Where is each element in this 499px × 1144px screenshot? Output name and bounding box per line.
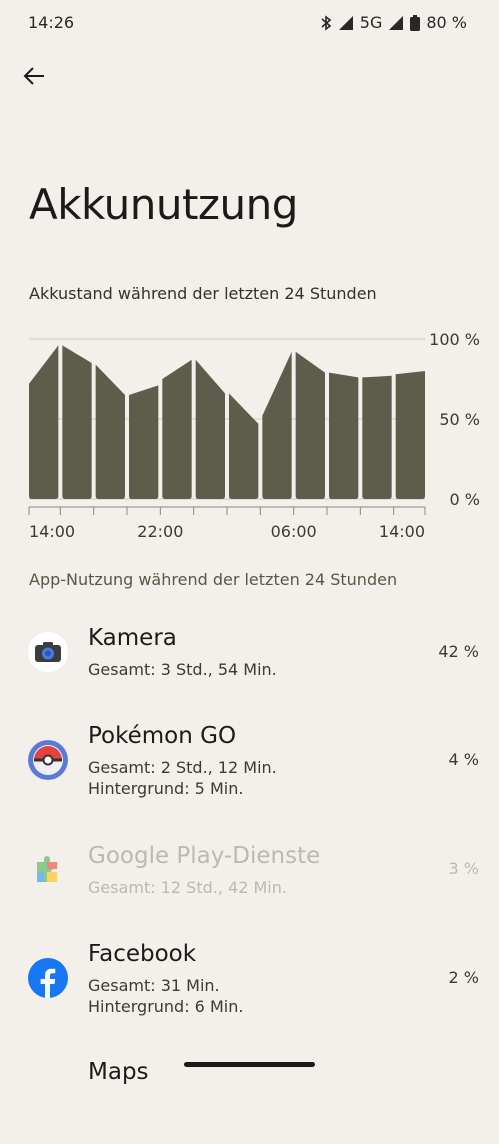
signal-icon [388,15,404,31]
app-name: Google Play-Dienste [88,843,321,869]
x-tick-label: 06:00 [271,522,317,540]
app-usage-percent: 3 % [448,859,479,878]
battery-bar [295,351,325,499]
battery-bar [62,345,92,499]
camera-app-icon [28,632,68,672]
page-title: Akkunutzung [29,180,298,229]
chart-title: Akkustand während der letzten 24 Stunden [29,284,377,303]
gesture-nav-handle[interactable] [184,1062,315,1067]
app-usage-percent: 4 % [448,750,479,769]
app-item-facebook[interactable]: Facebook Gesamt: 31 Min. Hintergrund: 6 … [0,936,499,1026]
arrow-left-icon [23,66,45,90]
battery-chart-svg: 100 % 50 % 0 % 14:00 22:00 06:00 14:00 [28,330,480,540]
y-tick-label: 0 % [450,490,480,509]
battery-bar [95,364,125,499]
network-type: 5G [359,13,383,32]
app-item-kamera[interactable]: Kamera Gesamt: 3 Std., 54 Min. 42 % [0,620,499,710]
status-icons: 5G 80 % [320,13,467,32]
app-usage-total: Gesamt: 3 Std., 54 Min. [88,660,277,679]
status-bar: 14:26 5G 80 % [0,0,499,44]
app-usage-percent: 42 % [438,642,479,661]
app-usage-background: Hintergrund: 5 Min. [88,779,244,798]
y-tick-label: 50 % [439,410,480,429]
app-name: Kamera [88,625,177,651]
app-item-google-play-dienste[interactable]: Google Play-Dienste Gesamt: 12 Std., 42 … [0,838,499,928]
section-title: App-Nutzung während der letzten 24 Stund… [29,570,398,589]
battery-bar [162,359,192,499]
back-button[interactable] [18,62,50,94]
app-name: Facebook [88,941,197,967]
battery-bar [229,393,259,499]
battery-chart[interactable]: 100 % 50 % 0 % 14:00 22:00 06:00 14:00 [0,320,499,540]
app-name: Maps [88,1059,149,1085]
app-item-maps[interactable]: Maps [0,1054,499,1144]
app-usage-total: Gesamt: 12 Std., 42 Min. [88,878,287,897]
battery-bar [362,375,392,499]
battery-bar [129,385,159,499]
app-usage-total: Gesamt: 31 Min. [88,976,220,995]
battery-bar [329,372,359,499]
status-time: 14:26 [28,13,75,32]
app-name: Pokémon GO [88,723,237,749]
app-usage-total: Gesamt: 2 Std., 12 Min. [88,758,277,777]
y-tick-label: 100 % [429,330,480,349]
x-tick-label: 14:00 [29,522,75,540]
battery-level: 80 % [426,13,467,32]
battery-bar [195,359,225,499]
facebook-app-icon [28,958,68,998]
battery-icon [410,14,421,31]
app-usage-percent: 2 % [448,968,479,987]
puzzle-piece-icon [28,849,68,889]
battery-bar [262,351,292,499]
pokemon-go-app-icon [28,740,68,780]
signal-icon [338,15,354,31]
battery-bar [395,371,425,499]
battery-bar [29,345,59,499]
app-usage-background: Hintergrund: 6 Min. [88,997,244,1016]
x-tick-label: 14:00 [379,522,425,540]
bluetooth-icon [320,14,332,31]
app-item-pokemon-go[interactable]: Pokémon GO Gesamt: 2 Std., 12 Min. Hinte… [0,718,499,808]
x-tick-label: 22:00 [137,522,183,540]
